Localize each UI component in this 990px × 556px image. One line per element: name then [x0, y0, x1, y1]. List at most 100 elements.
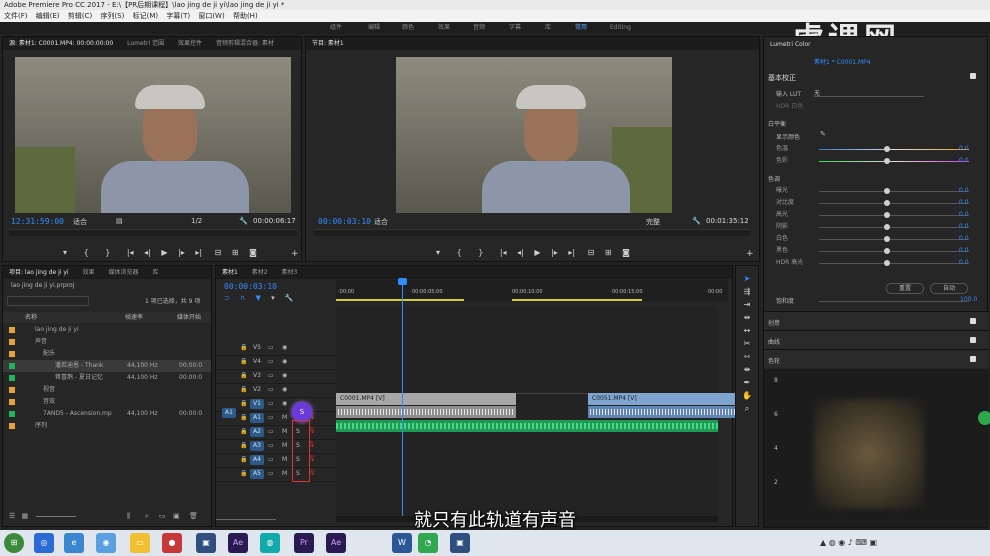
eye-icon[interactable]: ◉ — [282, 344, 287, 351]
rolling-edit-icon[interactable]: ⇹ — [742, 311, 752, 324]
timeline-timecode[interactable]: 00:00:03:10 — [224, 282, 277, 291]
lift-icon[interactable]: ⊟ — [588, 248, 595, 257]
mute-button[interactable]: M — [282, 442, 287, 449]
tone-slider-knob[interactable] — [884, 248, 890, 254]
lock-icon[interactable]: 🔒 — [240, 386, 247, 393]
sync-lock-icon[interactable]: ▭ — [268, 428, 274, 435]
menu-help[interactable]: 帮助(H) — [233, 12, 258, 20]
hand-icon[interactable]: ✋ — [742, 389, 752, 402]
tone-heading[interactable]: 色调 — [768, 174, 780, 183]
tone-slider[interactable] — [819, 239, 969, 240]
in-point-icon[interactable]: { — [457, 248, 462, 257]
camera-icon[interactable]: ◙ — [249, 248, 257, 257]
slide-icon[interactable]: ⇼ — [742, 363, 752, 376]
pen-icon[interactable]: ✒ — [742, 376, 752, 389]
ripple-edit-icon[interactable]: ⇥ — [742, 298, 752, 311]
project-item[interactable]: 配乐 — [3, 348, 211, 360]
tab-media-browser[interactable]: 媒体浏览器 — [108, 269, 138, 276]
premiere-icon[interactable]: Pr — [294, 533, 314, 553]
tone-slider[interactable] — [819, 191, 969, 192]
workspace-editing[interactable]: 编辑 — [368, 22, 380, 34]
source-fit-dropdown[interactable]: 适合 — [73, 217, 87, 227]
mute-button[interactable]: M — [282, 470, 287, 477]
tab-source[interactable]: 源: 素材1: C0001.MP4: 00:00:00:00 — [9, 40, 113, 47]
lock-icon[interactable]: 🔒 — [240, 442, 247, 449]
work-area-bar-2[interactable] — [512, 299, 642, 301]
word-icon[interactable]: W — [392, 533, 412, 553]
go-to-out-icon[interactable]: ▸| — [195, 248, 202, 257]
lock-icon[interactable]: 🔒 — [240, 400, 247, 407]
source-clip-icon[interactable]: ▤ — [116, 217, 123, 225]
tone-slider[interactable] — [819, 227, 969, 228]
tone-slider[interactable] — [819, 203, 969, 204]
menu-title[interactable]: 字幕(T) — [166, 12, 190, 20]
insert-icon[interactable]: ⊟ — [215, 248, 222, 257]
wb-slider-knob[interactable] — [884, 158, 890, 164]
saturation-value[interactable]: 100.0 — [960, 296, 977, 303]
lock-icon[interactable]: 🔒 — [240, 372, 247, 379]
play-icon[interactable]: ▶ — [534, 248, 540, 257]
workspace-effects[interactable]: 效果 — [438, 22, 450, 34]
tab-seq-3[interactable]: 素材3 — [282, 269, 298, 276]
after-effects-2-icon[interactable]: Ae — [326, 533, 346, 553]
project-item[interactable]: 音效 — [3, 396, 211, 408]
workspace-common[interactable]: 常用 — [575, 22, 587, 34]
program-ruler[interactable] — [314, 229, 750, 236]
icon-view-icon[interactable]: ▦ — [22, 512, 29, 520]
lock-icon[interactable]: 🔒 — [240, 414, 247, 421]
folder-icon[interactable]: ▭ — [130, 533, 150, 553]
marker-icon[interactable]: ▾ — [436, 248, 440, 257]
workspace-assembly[interactable]: 组件 — [330, 22, 342, 34]
col-name[interactable]: 名称 — [25, 312, 37, 323]
sync-lock-icon[interactable]: ▭ — [268, 386, 274, 393]
mute-button[interactable]: M — [282, 428, 287, 435]
tone-slider-knob[interactable] — [884, 212, 890, 218]
linked-icon[interactable]: ∩ — [240, 294, 245, 302]
sync-lock-icon[interactable]: ▭ — [268, 358, 274, 365]
mute-button[interactable]: M — [282, 456, 287, 463]
step-back-icon[interactable]: ◂| — [144, 248, 151, 257]
eye-icon[interactable]: ◉ — [282, 372, 287, 379]
menu-file[interactable]: 文件(F) — [4, 12, 28, 20]
menu-edit[interactable]: 编辑(E) — [36, 12, 60, 20]
add-marker-icon[interactable]: ▼ — [255, 294, 260, 302]
wb-value[interactable]: 0.0 — [959, 143, 969, 155]
side-handle-icon[interactable] — [978, 411, 990, 425]
huke-2-icon[interactable]: ▣ — [450, 533, 470, 553]
tone-slider-knob[interactable] — [884, 200, 890, 206]
music-audio-clip[interactable] — [336, 420, 718, 432]
go-to-in-icon[interactable]: |◂ — [500, 248, 507, 257]
menu-marker[interactable]: 标记(M) — [133, 12, 159, 20]
creative-checkbox[interactable] — [970, 318, 976, 324]
extract-icon[interactable]: ⊞ — [605, 248, 612, 257]
workspace-editing-en[interactable]: Editing — [610, 22, 631, 34]
sync-lock-icon[interactable]: ▭ — [268, 414, 274, 421]
tone-value[interactable]: 0.0 — [959, 209, 969, 221]
eye-icon[interactable]: ◉ — [282, 400, 287, 407]
track-label[interactable]: V4 — [250, 357, 264, 367]
find-icon[interactable]: ⌕ — [145, 512, 149, 521]
project-item[interactable]: 序列 — [3, 420, 211, 432]
app-icon[interactable]: ● — [162, 533, 182, 553]
out-point-icon[interactable]: } — [105, 248, 110, 257]
track-label[interactable]: A4 — [250, 455, 264, 465]
tone-slider-knob[interactable] — [884, 188, 890, 194]
start-icon[interactable]: ⊞ — [4, 533, 24, 553]
project-item[interactable]: 潘若迪恩 - Thank 44,100 Hz 00:00:0 — [3, 360, 211, 372]
tab-project[interactable]: 项目: lao jing de ji yi — [9, 269, 69, 276]
mute-button[interactable]: M — [282, 414, 287, 421]
overwrite-icon[interactable]: ⊞ — [232, 248, 239, 257]
source-add-button-icon[interactable]: + — [291, 249, 299, 259]
tab-seq-1[interactable]: 素材1 — [222, 269, 238, 276]
tone-slider[interactable] — [819, 215, 969, 216]
tone-slider[interactable] — [819, 251, 969, 252]
project-item[interactable]: 蒋喜鹊 - 夏日记忆 44,100 Hz 00:00:0 — [3, 372, 211, 384]
playhead-handle[interactable] — [398, 278, 407, 285]
zoom-slider[interactable] — [36, 515, 77, 517]
program-wrench-icon[interactable]: 🔧 — [692, 217, 701, 225]
basic-correction-heading[interactable]: 基本校正 — [768, 73, 796, 83]
track-label[interactable]: V5 — [250, 343, 264, 353]
auto-button[interactable]: 自动 — [930, 283, 968, 294]
eyedropper-icon[interactable]: ✎ — [820, 130, 826, 138]
explorer-icon[interactable]: e — [64, 533, 84, 553]
